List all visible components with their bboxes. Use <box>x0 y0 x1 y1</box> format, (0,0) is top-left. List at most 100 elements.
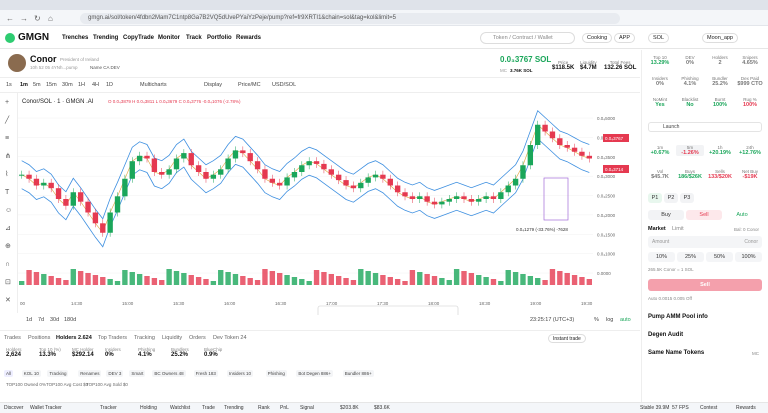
fib-icon[interactable]: ⋔ <box>5 153 13 161</box>
scale-auto[interactable]: auto <box>620 317 631 323</box>
interval-5m[interactable]: 5m <box>33 82 41 88</box>
forward-icon[interactable]: → <box>20 14 28 23</box>
pattern-icon[interactable]: ⌇ <box>5 171 13 179</box>
filter-tab[interactable]: DEV 3 <box>106 370 124 377</box>
percent-button[interactable]: 10% <box>648 252 675 262</box>
nav-trending[interactable]: Trending <box>93 35 118 41</box>
status-item[interactable]: Watchlist <box>170 405 190 411</box>
nav-monitor[interactable]: Monitor <box>158 35 180 41</box>
search-input[interactable]: Token / Contract / Wallet <box>480 32 575 44</box>
market-tab[interactable]: Market <box>648 226 666 232</box>
tab-liquidity[interactable]: Liquidity <box>162 335 182 341</box>
period-stat[interactable]: 1h +20.19% <box>706 145 734 156</box>
chart-canvas[interactable]: Conor/SOL · 1 · GMGN .AI O 0.0₄3879 H 0.… <box>18 93 640 318</box>
filter-tab[interactable]: All <box>4 370 14 377</box>
multicharts-button[interactable]: Multicharts <box>140 82 167 88</box>
interval-1m[interactable]: 1m <box>20 82 28 88</box>
measure-icon[interactable]: ⊿ <box>5 225 13 233</box>
tab-top-traders[interactable]: Top Traders <box>98 335 127 341</box>
nav-copytrade[interactable]: CopyTrade <box>123 35 154 41</box>
period-stat[interactable]: 5m -1.26% <box>676 145 704 156</box>
status-item[interactable]: Trending <box>224 405 244 411</box>
status-item[interactable]: Rank <box>258 405 270 411</box>
nav-track[interactable]: Track <box>186 35 202 41</box>
token-links[interactable]: Name CA DEV <box>90 65 120 70</box>
user-menu[interactable]: Moon_app <box>702 33 738 43</box>
status-item[interactable]: Rewards <box>736 405 756 411</box>
trash-icon[interactable]: ✕ <box>5 297 13 305</box>
status-item[interactable]: Trade <box>202 405 215 411</box>
tab-dev-token[interactable]: Dev Token 24 <box>213 335 247 341</box>
status-item[interactable]: $203.8K <box>340 405 359 411</box>
price-mc-toggle[interactable]: Price/MC <box>238 82 261 88</box>
interval-1d[interactable]: 1D <box>106 82 113 88</box>
filter-tab[interactable]: Smart <box>129 370 146 377</box>
magnet-icon[interactable]: ∩ <box>5 261 13 269</box>
status-item[interactable]: Contest <box>700 405 717 411</box>
nav-trenches[interactable]: Trenches <box>62 35 88 41</box>
filter-tab[interactable]: BC Owners 48 <box>152 370 186 377</box>
interval-1s[interactable]: 1s <box>6 82 12 88</box>
filter-tab[interactable]: Phishing <box>265 370 287 377</box>
hline-icon[interactable]: ≡ <box>5 135 13 143</box>
sell-tab[interactable]: Sell <box>686 210 722 220</box>
status-item[interactable]: Wallet Tracker <box>30 405 62 411</box>
auto-settings[interactable]: Auto 0.0015 0.005 Off <box>648 296 692 301</box>
preset-button[interactable]: P3 <box>680 193 694 203</box>
app-button[interactable]: APP <box>614 33 636 43</box>
nav-portfolio[interactable]: Portfolio <box>207 35 232 41</box>
filter-tab[interactable]: Renames <box>78 370 102 377</box>
status-item[interactable]: Stable 39.9M <box>640 405 669 411</box>
home-icon[interactable]: ⌂ <box>48 14 53 23</box>
same-name-header[interactable]: Same Name Tokens <box>648 350 704 356</box>
status-item[interactable]: $83.6K <box>374 405 390 411</box>
tab-positions[interactable]: Positions <box>28 335 50 341</box>
percent-button[interactable]: 25% <box>677 252 704 262</box>
status-item[interactable]: 57 FPS <box>672 405 689 411</box>
amount-input[interactable]: Amount Conor <box>648 236 762 248</box>
range-7d[interactable]: 7d <box>38 317 44 323</box>
preset-button[interactable]: P2 <box>664 193 678 203</box>
back-icon[interactable]: ← <box>6 14 14 23</box>
interval-15m[interactable]: 15m <box>46 82 57 88</box>
status-item[interactable]: Discover <box>4 405 23 411</box>
tab-orders[interactable]: Orders <box>189 335 206 341</box>
filter-tab[interactable]: Bundler 886+ <box>342 370 374 377</box>
filter-tab[interactable]: KOL 10 <box>21 370 41 377</box>
limit-tab[interactable]: Limit <box>672 226 684 232</box>
range-1d[interactable]: 1d <box>26 317 32 323</box>
zoom-icon[interactable]: ⊕ <box>5 243 13 251</box>
display-button[interactable]: Display <box>204 82 222 88</box>
brand-logo[interactable]: GMGN <box>18 32 49 43</box>
interval-1h[interactable]: 1H <box>78 82 85 88</box>
period-stat[interactable]: 24h +12.76% <box>736 145 764 156</box>
range-30d[interactable]: 30d <box>50 317 59 323</box>
buy-tab[interactable]: Buy <box>648 210 684 220</box>
crosshair-icon[interactable]: + <box>5 99 13 107</box>
instant-trade-button[interactable]: Instant trade <box>548 334 586 343</box>
interval-30m[interactable]: 30m <box>62 82 73 88</box>
emoji-icon[interactable]: ☺ <box>5 207 13 215</box>
tab-tracking[interactable]: Tracking <box>134 335 155 341</box>
cooking-button[interactable]: Cooking <box>582 33 613 43</box>
filter-tab[interactable]: Tracking <box>47 370 69 377</box>
status-item[interactable]: PnL <box>280 405 289 411</box>
text-icon[interactable]: T <box>5 189 13 197</box>
chain-select[interactable]: SOL <box>648 33 670 43</box>
range-180d[interactable]: 180d <box>64 317 76 323</box>
trendline-icon[interactable]: ╱ <box>5 117 13 125</box>
status-item[interactable]: Signal <box>300 405 314 411</box>
tab-trades[interactable]: Trades <box>4 335 21 341</box>
filter-tab[interactable]: Bot Degen 886+ <box>296 370 334 377</box>
sell-submit-button[interactable]: Sell <box>648 279 762 291</box>
nav-rewards[interactable]: Rewards <box>236 35 261 41</box>
status-item[interactable]: Holding <box>140 405 157 411</box>
status-item[interactable]: Tracker <box>100 405 117 411</box>
lock-icon[interactable]: ⊡ <box>5 279 13 287</box>
url-field[interactable]: gmgn.ai/sol/token/4fdbn2Mam7C1ntp8Ga7B2V… <box>80 13 620 24</box>
scale-log[interactable]: log <box>606 317 613 323</box>
reload-icon[interactable]: ↻ <box>34 14 41 23</box>
pool-info-header[interactable]: Pump AMM Pool info <box>648 314 708 320</box>
browser-tabs[interactable] <box>0 0 768 10</box>
preset-button[interactable]: P1 <box>648 193 662 203</box>
